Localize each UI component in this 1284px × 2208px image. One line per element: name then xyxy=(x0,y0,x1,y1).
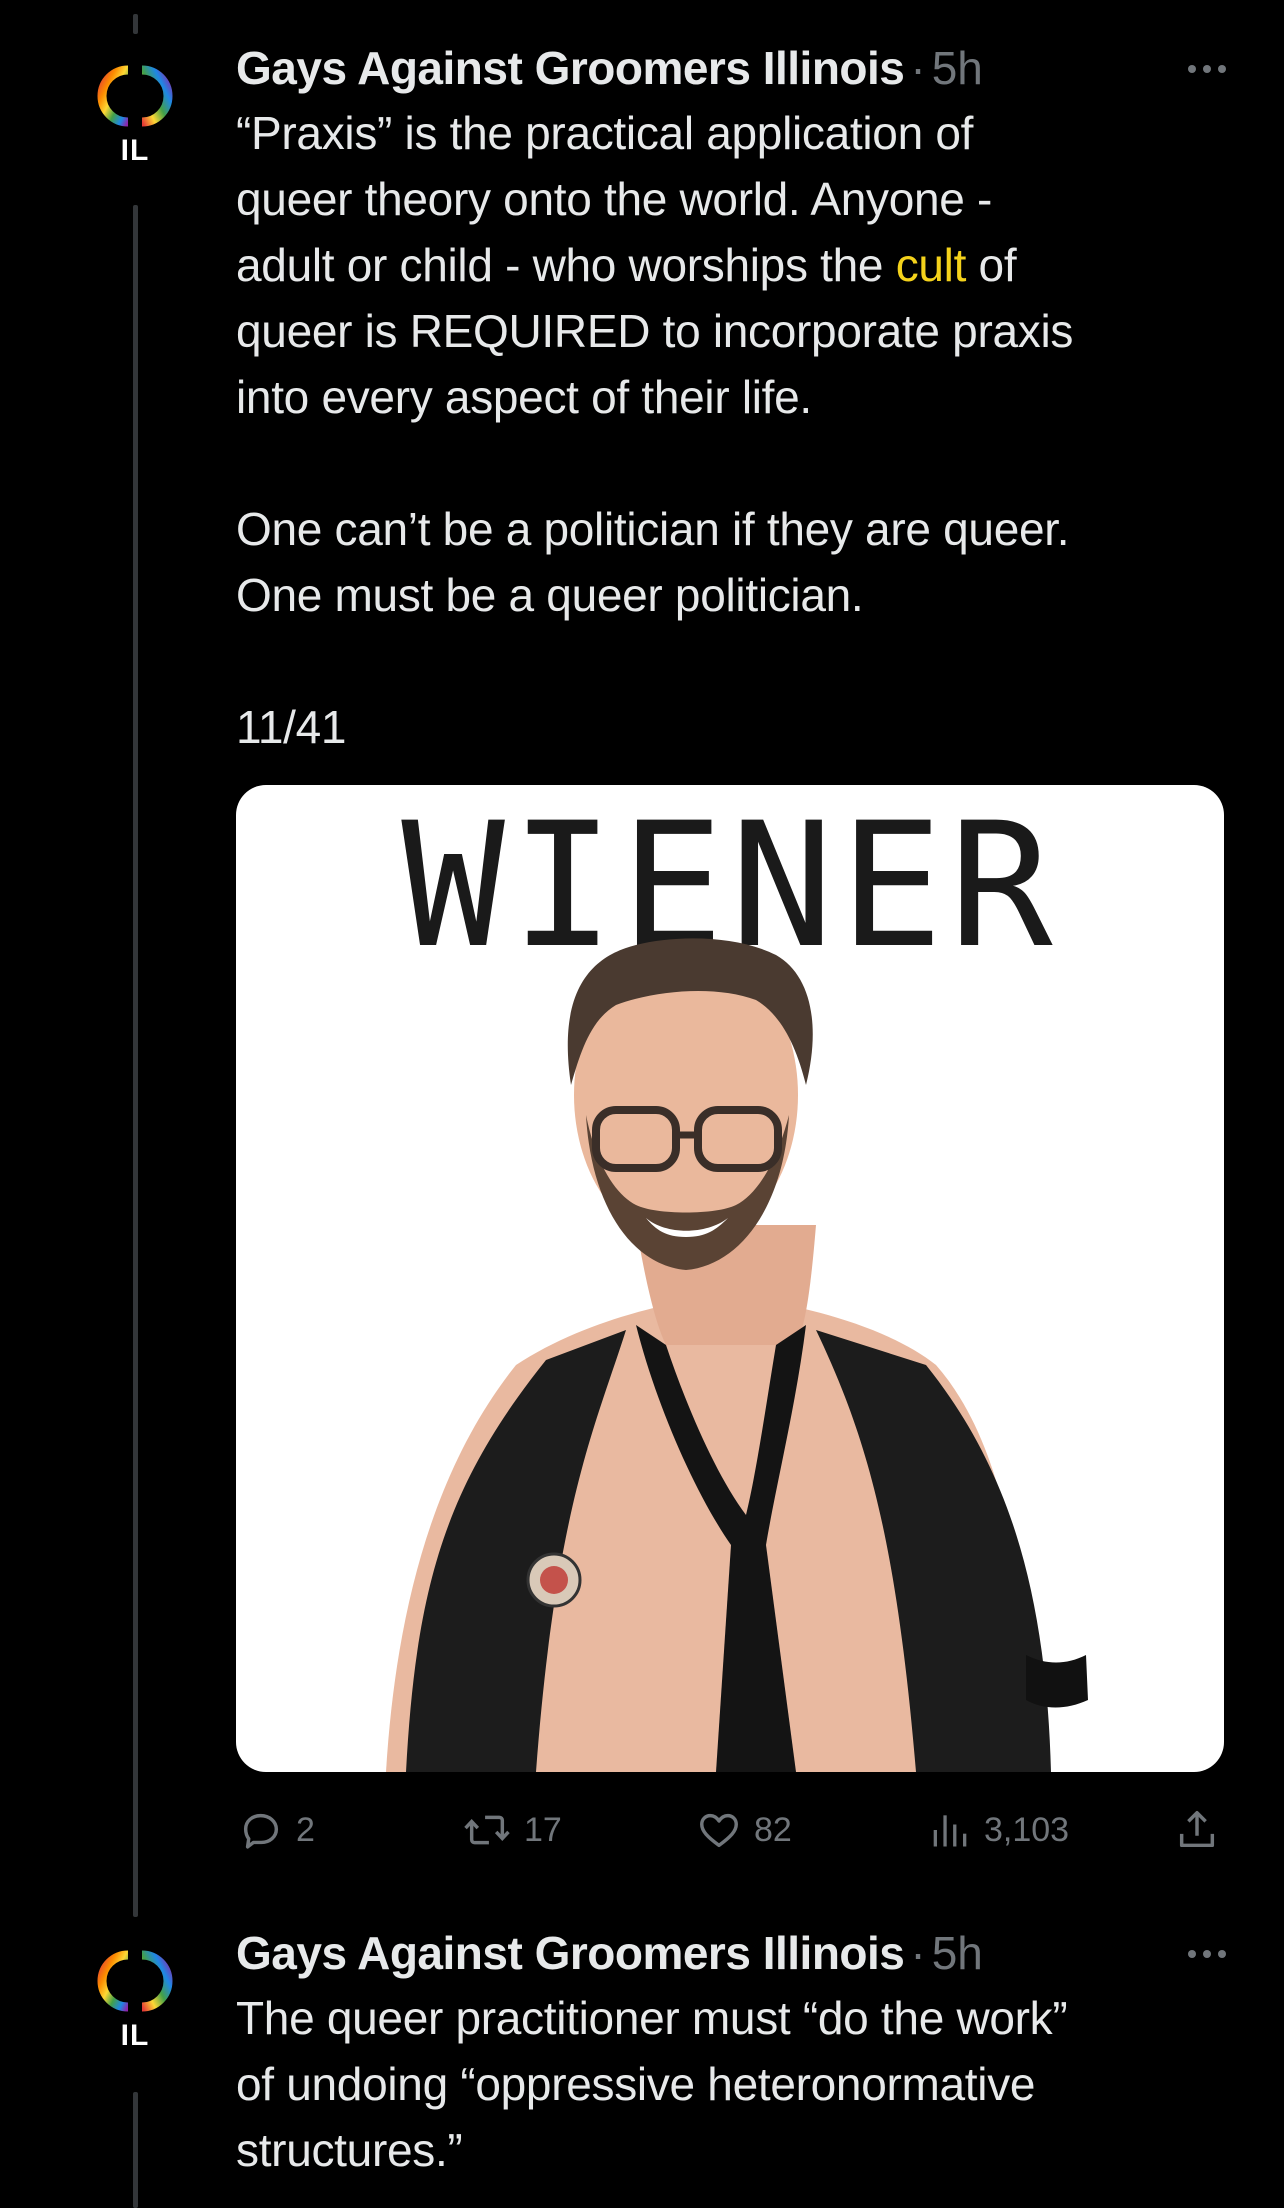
text-line: queer is REQUIRED to incorporate praxis xyxy=(236,305,1074,357)
separator-dot: · xyxy=(910,42,926,94)
thread-line-bottom xyxy=(133,2092,138,2208)
reply-icon xyxy=(243,1813,279,1849)
more-options-button[interactable] xyxy=(1166,1939,1226,1969)
text-line: queer theory onto the world. Anyone - xyxy=(236,173,993,225)
heart-icon xyxy=(700,1813,738,1848)
text-line: of undoing “oppressive heteronormative xyxy=(236,2058,1036,2110)
thread-counter: 11/41 xyxy=(236,701,347,753)
text-line: into every aspect of their life. xyxy=(236,371,812,423)
text-line: structures.” xyxy=(236,2124,463,2176)
share-icon xyxy=(1179,1811,1215,1848)
repost-icon xyxy=(464,1815,510,1845)
tweet-text: “Praxis” is the practical application of… xyxy=(236,100,1226,760)
share-button[interactable] xyxy=(1174,1800,1220,1860)
more-dot-icon xyxy=(1218,1950,1226,1958)
highlighted-word[interactable]: cult xyxy=(896,239,967,291)
views-chart-icon xyxy=(933,1815,967,1847)
more-dot-icon xyxy=(1203,1950,1211,1958)
like-count: 82 xyxy=(754,1810,792,1849)
avatar-label: IL xyxy=(120,134,150,167)
more-dot-icon xyxy=(1203,65,1211,73)
tweet[interactable]: Gays Against Groomers Illinois · 5h The … xyxy=(236,1921,1226,2183)
author-name[interactable]: Gays Against Groomers Illinois xyxy=(236,1921,905,1985)
gag-logo-icon xyxy=(97,1950,173,2012)
tweet[interactable]: Gays Against Groomers Illinois · 5h “Pra… xyxy=(236,36,1226,760)
text-segment: adult or child - who worships the xyxy=(236,239,896,291)
more-options-button[interactable] xyxy=(1166,54,1226,84)
text-segment: of xyxy=(966,239,1017,291)
avatar-label: IL xyxy=(120,2019,150,2052)
action-bar: 2 17 82 3,103 xyxy=(236,1800,1226,1860)
more-dot-icon xyxy=(1218,65,1226,73)
text-line: One must be a queer politician. xyxy=(236,569,864,621)
tweet-header: Gays Against Groomers Illinois · 5h xyxy=(236,36,1226,100)
tweet-image[interactable]: WIENER xyxy=(236,785,1224,1772)
repost-count: 17 xyxy=(524,1810,562,1849)
views-button[interactable]: 3,103 xyxy=(928,1800,1069,1860)
view-count: 3,103 xyxy=(984,1810,1070,1849)
timestamp[interactable]: 5h xyxy=(932,36,983,100)
timestamp[interactable]: 5h xyxy=(932,1921,983,1985)
more-dot-icon xyxy=(1188,65,1196,73)
repost-button[interactable]: 17 xyxy=(462,1800,562,1860)
avatar[interactable]: IL xyxy=(80,58,190,168)
reply-count: 2 xyxy=(296,1810,315,1849)
text-line: One can’t be a politician if they are qu… xyxy=(236,503,1070,555)
person-photo-icon xyxy=(386,938,1088,1772)
text-line: The queer practitioner must “do the work… xyxy=(236,1992,1068,2044)
separator-dot: · xyxy=(910,1927,926,1979)
tweet-text: The queer practitioner must “do the work… xyxy=(236,1985,1226,2183)
thread-line xyxy=(133,205,138,1917)
author-name[interactable]: Gays Against Groomers Illinois xyxy=(236,36,905,100)
text-line: “Praxis” is the practical application of xyxy=(236,107,974,159)
avatar[interactable]: IL xyxy=(80,1943,190,2053)
reply-button[interactable]: 2 xyxy=(238,1800,315,1860)
more-dot-icon xyxy=(1188,1950,1196,1958)
gag-logo-icon xyxy=(97,65,173,127)
tweet-header: Gays Against Groomers Illinois · 5h xyxy=(236,1921,1226,1985)
thread-line-top xyxy=(133,14,138,34)
like-button[interactable]: 82 xyxy=(696,1800,792,1860)
text-line: adult or child - who worships the cult o… xyxy=(236,232,1226,298)
